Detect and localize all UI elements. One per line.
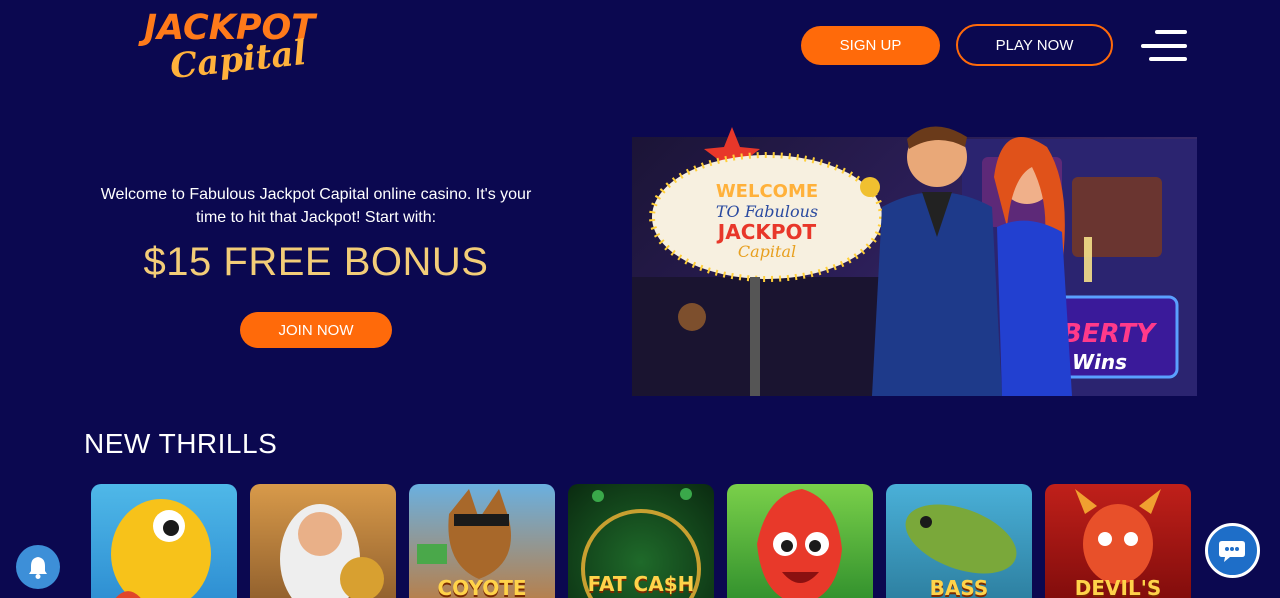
game-tile-fat-cash[interactable]: FAT CA$H <box>568 484 714 598</box>
game-tile-devils[interactable]: DEVIL'S <box>1045 484 1191 598</box>
bell-icon <box>29 557 47 579</box>
sign-jackpot-text: JACKPOT <box>716 220 817 244</box>
game-tile-coyote[interactable]: COYOTE <box>409 484 555 598</box>
game-tile-seahorse[interactable] <box>91 484 237 598</box>
sign-welcome-text: WELCOME <box>716 181 818 202</box>
zeus-art <box>280 504 384 598</box>
svg-text:Wins: Wins <box>1072 350 1127 374</box>
game-label: FAT CA$H <box>587 572 695 596</box>
game-tile-bass[interactable]: BASS <box>886 484 1032 598</box>
sign-up-button[interactable]: SIGN UP <box>801 26 940 65</box>
fire-ball-art <box>757 489 842 598</box>
svg-text:BERTY: BERTY <box>1062 319 1158 349</box>
bonus-headline: $15 FREE BONUS <box>143 240 489 284</box>
welcome-text: Welcome to Fabulous Jackpot Capital onli… <box>100 186 532 226</box>
new-thrills-title: NEW THRILLS <box>84 428 278 459</box>
hamburger-menu-icon[interactable] <box>1141 30 1187 62</box>
game-tile-fire-ball[interactable] <box>727 484 873 598</box>
seahorse-art <box>111 499 211 598</box>
jackpot-capital-logo[interactable]: JACKPOT Capital <box>144 10 316 87</box>
game-label: BASS <box>929 576 989 598</box>
hero-illustration: BERTY Wins WELCOME TO Fabulous JACKPOT C… <box>632 126 1197 396</box>
play-now-button[interactable]: PLAY NOW <box>956 24 1113 66</box>
live-chat-button[interactable] <box>1205 523 1260 578</box>
sign-to-fabulous-text: TO Fabulous <box>716 202 818 221</box>
sign-capital-text: Capital <box>738 242 796 261</box>
notification-bell-button[interactable] <box>16 545 60 589</box>
game-tile-zeus[interactable] <box>250 484 396 598</box>
game-label: DEVIL'S <box>1074 576 1162 598</box>
hero-banner-image: BERTY Wins WELCOME TO Fabulous JACKPOT C… <box>632 126 1197 396</box>
game-label: COYOTE <box>437 576 527 598</box>
join-now-button[interactable]: JOIN NOW <box>240 312 392 348</box>
chat-icon <box>1218 540 1245 562</box>
